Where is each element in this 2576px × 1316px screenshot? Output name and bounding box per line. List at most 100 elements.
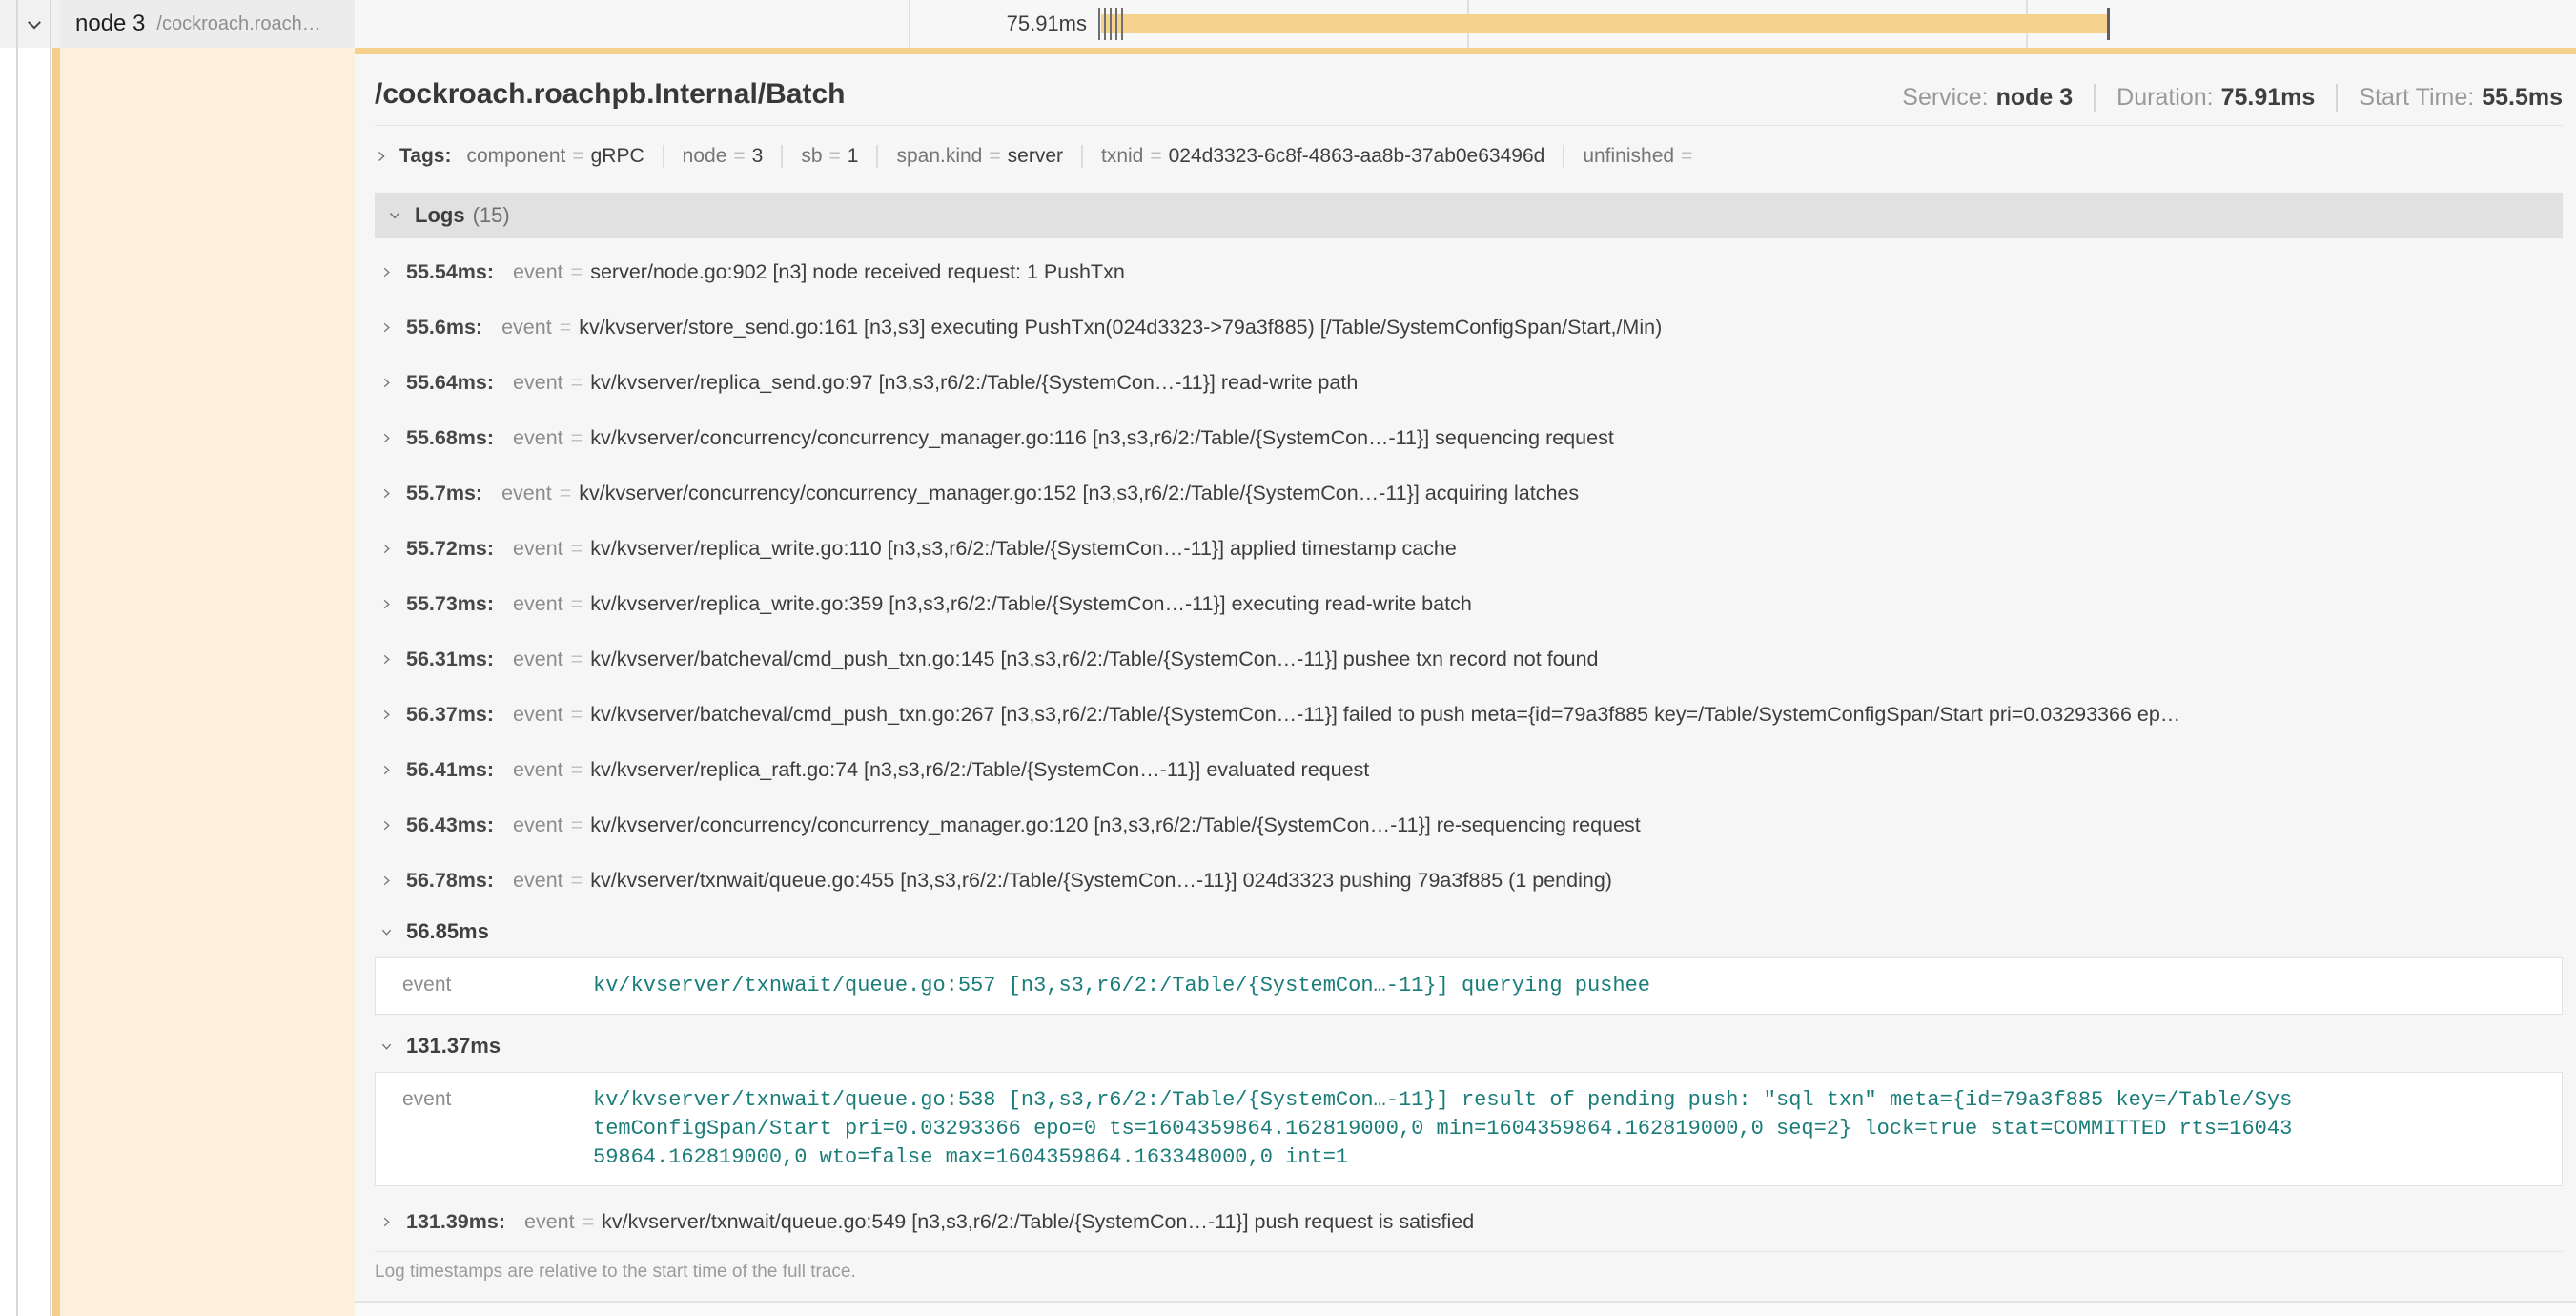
log-equals-sign: = [571,648,583,670]
log-summary: event=kv/kvserver/replica_write.go:110 [… [513,537,2563,561]
log-field-key: event [513,869,563,892]
log-row[interactable]: 55.72ms: event=kv/kvserver/replica_write… [375,521,2563,576]
tag-value: gRPC [591,145,644,167]
tag-key: unfinished [1583,145,1674,167]
log-field-value: kv/kvserver/replica_write.go:359 [n3,s3,… [590,592,1472,615]
log-row[interactable]: 55.64ms: event=kv/kvserver/replica_send.… [375,355,2563,410]
log-equals-sign: = [560,482,572,504]
log-row[interactable]: 56.85ms [375,908,2563,956]
tags-accordion-toggle[interactable]: Tags: component=gRPC node=3 sb=1 span.ki… [375,126,2563,179]
log-row[interactable]: 55.73ms: event=kv/kvserver/replica_write… [375,576,2563,631]
log-timestamp: 55.7ms: [406,482,482,505]
collapse-log-chevron-icon[interactable] [380,926,393,938]
expand-log-chevron-icon[interactable] [380,543,393,555]
tag-key: component [466,145,565,167]
log-equals-sign: = [560,316,572,339]
expand-log-chevron-icon[interactable] [380,709,393,721]
log-row[interactable]: 55.54ms: event = server/node.go:902 [n3] n… [375,244,2563,299]
log-field-key: event [402,1086,593,1172]
log-timestamp: 55.68ms: [406,426,494,450]
log-summary: event=kv/kvserver/replica_send.go:97 [n3… [513,371,2563,395]
log-timestamp: 131.39ms: [406,1210,505,1234]
tag-key: span.kind [896,145,982,167]
expand-log-chevron-icon[interactable] [380,432,393,444]
expand-log-chevron-icon[interactable] [380,266,393,278]
span-detail-panel: /cockroach.roachpb.Internal/Batch Servic… [355,48,2576,1303]
tag-equals-sign: = [1681,145,1692,167]
log-row[interactable]: 55.68ms: event=kv/kvserver/concurrency/c… [375,410,2563,465]
tags-label: Tags: [399,145,451,168]
span-duration-bar[interactable] [1101,14,2109,33]
log-field-key: event [513,648,563,670]
log-field-value: kv/kvserver/concurrency/concurrency_mana… [579,482,1579,504]
span-detail-header: /cockroach.roachpb.Internal/Batch Servic… [375,54,2563,126]
log-row[interactable]: 131.37ms [375,1022,2563,1070]
expand-log-chevron-icon[interactable] [380,598,393,610]
log-row[interactable]: 55.7ms: event=kv/kvserver/concurrency/co… [375,465,2563,521]
log-equals-sign: = [571,758,583,781]
span-duration-label: 75.91ms [953,0,1087,48]
expand-log-chevron-icon[interactable] [380,874,393,887]
log-marker-tick [1104,8,1106,40]
log-field-value: kv/kvserver/batcheval/cmd_push_txn.go:26… [590,703,2180,726]
expand-log-chevron-icon[interactable] [380,653,393,666]
expand-log-chevron-icon[interactable] [380,321,393,334]
selected-span-row-highlight [59,48,355,1316]
log-field-value: kv/kvserver/replica_write.go:110 [n3,s3,… [590,537,1457,560]
log-field-value: kv/kvserver/batcheval/cmd_push_txn.go:14… [590,648,1598,670]
tag-key: txnid [1101,145,1143,167]
log-row[interactable]: 56.31ms: event=kv/kvserver/batcheval/cmd… [375,631,2563,687]
tag-equals-sign: = [829,145,841,167]
collapse-log-chevron-icon[interactable] [380,1040,393,1053]
span-timeline-row[interactable]: node 3 /cockroach.roach… 75.91ms [0,0,2576,48]
log-field-value: server/node.go:902 [n3] node received re… [590,260,1125,283]
log-field-key: event [513,260,563,283]
span-service-name: node 3 [75,10,145,37]
log-field-key: event [501,316,552,339]
tag-key: node [683,145,727,167]
expand-log-chevron-icon[interactable] [380,1216,393,1228]
log-marker-tick [1110,8,1112,40]
logs-accordion-header[interactable]: Logs (15) [375,193,2563,238]
log-equals-sign: = [571,813,583,836]
log-summary: event = kv/kvserver/store_send.go:161 [n3,… [501,316,2563,339]
log-summary: event=kv/kvserver/batcheval/cmd_push_txn… [513,703,2563,727]
collapse-span-chevron-icon[interactable] [25,15,44,39]
collapse-logs-chevron-icon[interactable] [388,209,401,222]
log-row[interactable]: 131.39ms: event=kv/kvserver/txnwait/queu… [375,1194,2563,1249]
log-field-key: event [513,592,563,615]
span-name-cell[interactable]: node 3 /cockroach.roach… [60,0,355,48]
log-equals-sign: = [571,260,583,283]
log-field-key: event [513,371,563,394]
service-label: Service: [1902,84,1988,111]
log-row[interactable]: 56.41ms: event=kv/kvserver/replica_raft.… [375,742,2563,797]
overview-service: Service:node 3 [1902,84,2073,112]
start-time-value: 55.5ms [2482,84,2563,111]
expand-log-chevron-icon[interactable] [380,377,393,389]
logs-title: Logs [415,203,465,228]
expand-tags-chevron-icon[interactable] [375,150,388,163]
log-timestamp: 55.54ms: [406,260,494,284]
expand-log-chevron-icon[interactable] [380,487,393,500]
log-timestamp: 56.85ms [406,919,489,944]
log-fields-table: event kv/kvserver/txnwait/queue.go:538 [… [375,1072,2563,1186]
log-summary: event=kv/kvserver/concurrency/concurrenc… [501,482,2563,505]
log-field-value: kv/kvserver/replica_send.go:97 [n3,s3,r6… [590,371,1358,394]
log-list: 55.54ms: event = server/node.go:902 [n3] n… [375,238,2563,1249]
name-column-divider-line [50,0,51,1316]
span-overview: Service:node 3 Duration:75.91ms Start Ti… [1902,84,2563,112]
log-row[interactable]: 55.6ms: event=kv/kvserver/store_send.go:… [375,299,2563,355]
log-field-key: event [524,1210,575,1233]
duration-value: 75.91ms [2221,84,2316,111]
tag-equals-sign: = [733,145,745,167]
log-field-value: kv/kvserver/store_send.go:161 [n3,s3] ex… [579,316,1662,339]
log-field-value: kv/kvserver/concurrency/concurrency_mana… [590,426,1614,449]
span-color-accent-bar [52,4,60,1316]
tag-item: txnid=024d3323-6c8f-4863-aa8b-37ab0e6349… [1081,145,1563,168]
expand-log-chevron-icon[interactable] [380,764,393,776]
log-row[interactable]: 56.37ms: event=kv/kvserver/batcheval/cmd… [375,687,2563,742]
log-row[interactable]: 56.78ms: event=kv/kvserver/txnwait/queue… [375,853,2563,908]
log-summary: event = server/node.go:902 [n3] node recei… [513,260,2563,284]
log-row[interactable]: 56.43ms: event=kv/kvserver/concurrency/c… [375,797,2563,853]
expand-log-chevron-icon[interactable] [380,819,393,832]
